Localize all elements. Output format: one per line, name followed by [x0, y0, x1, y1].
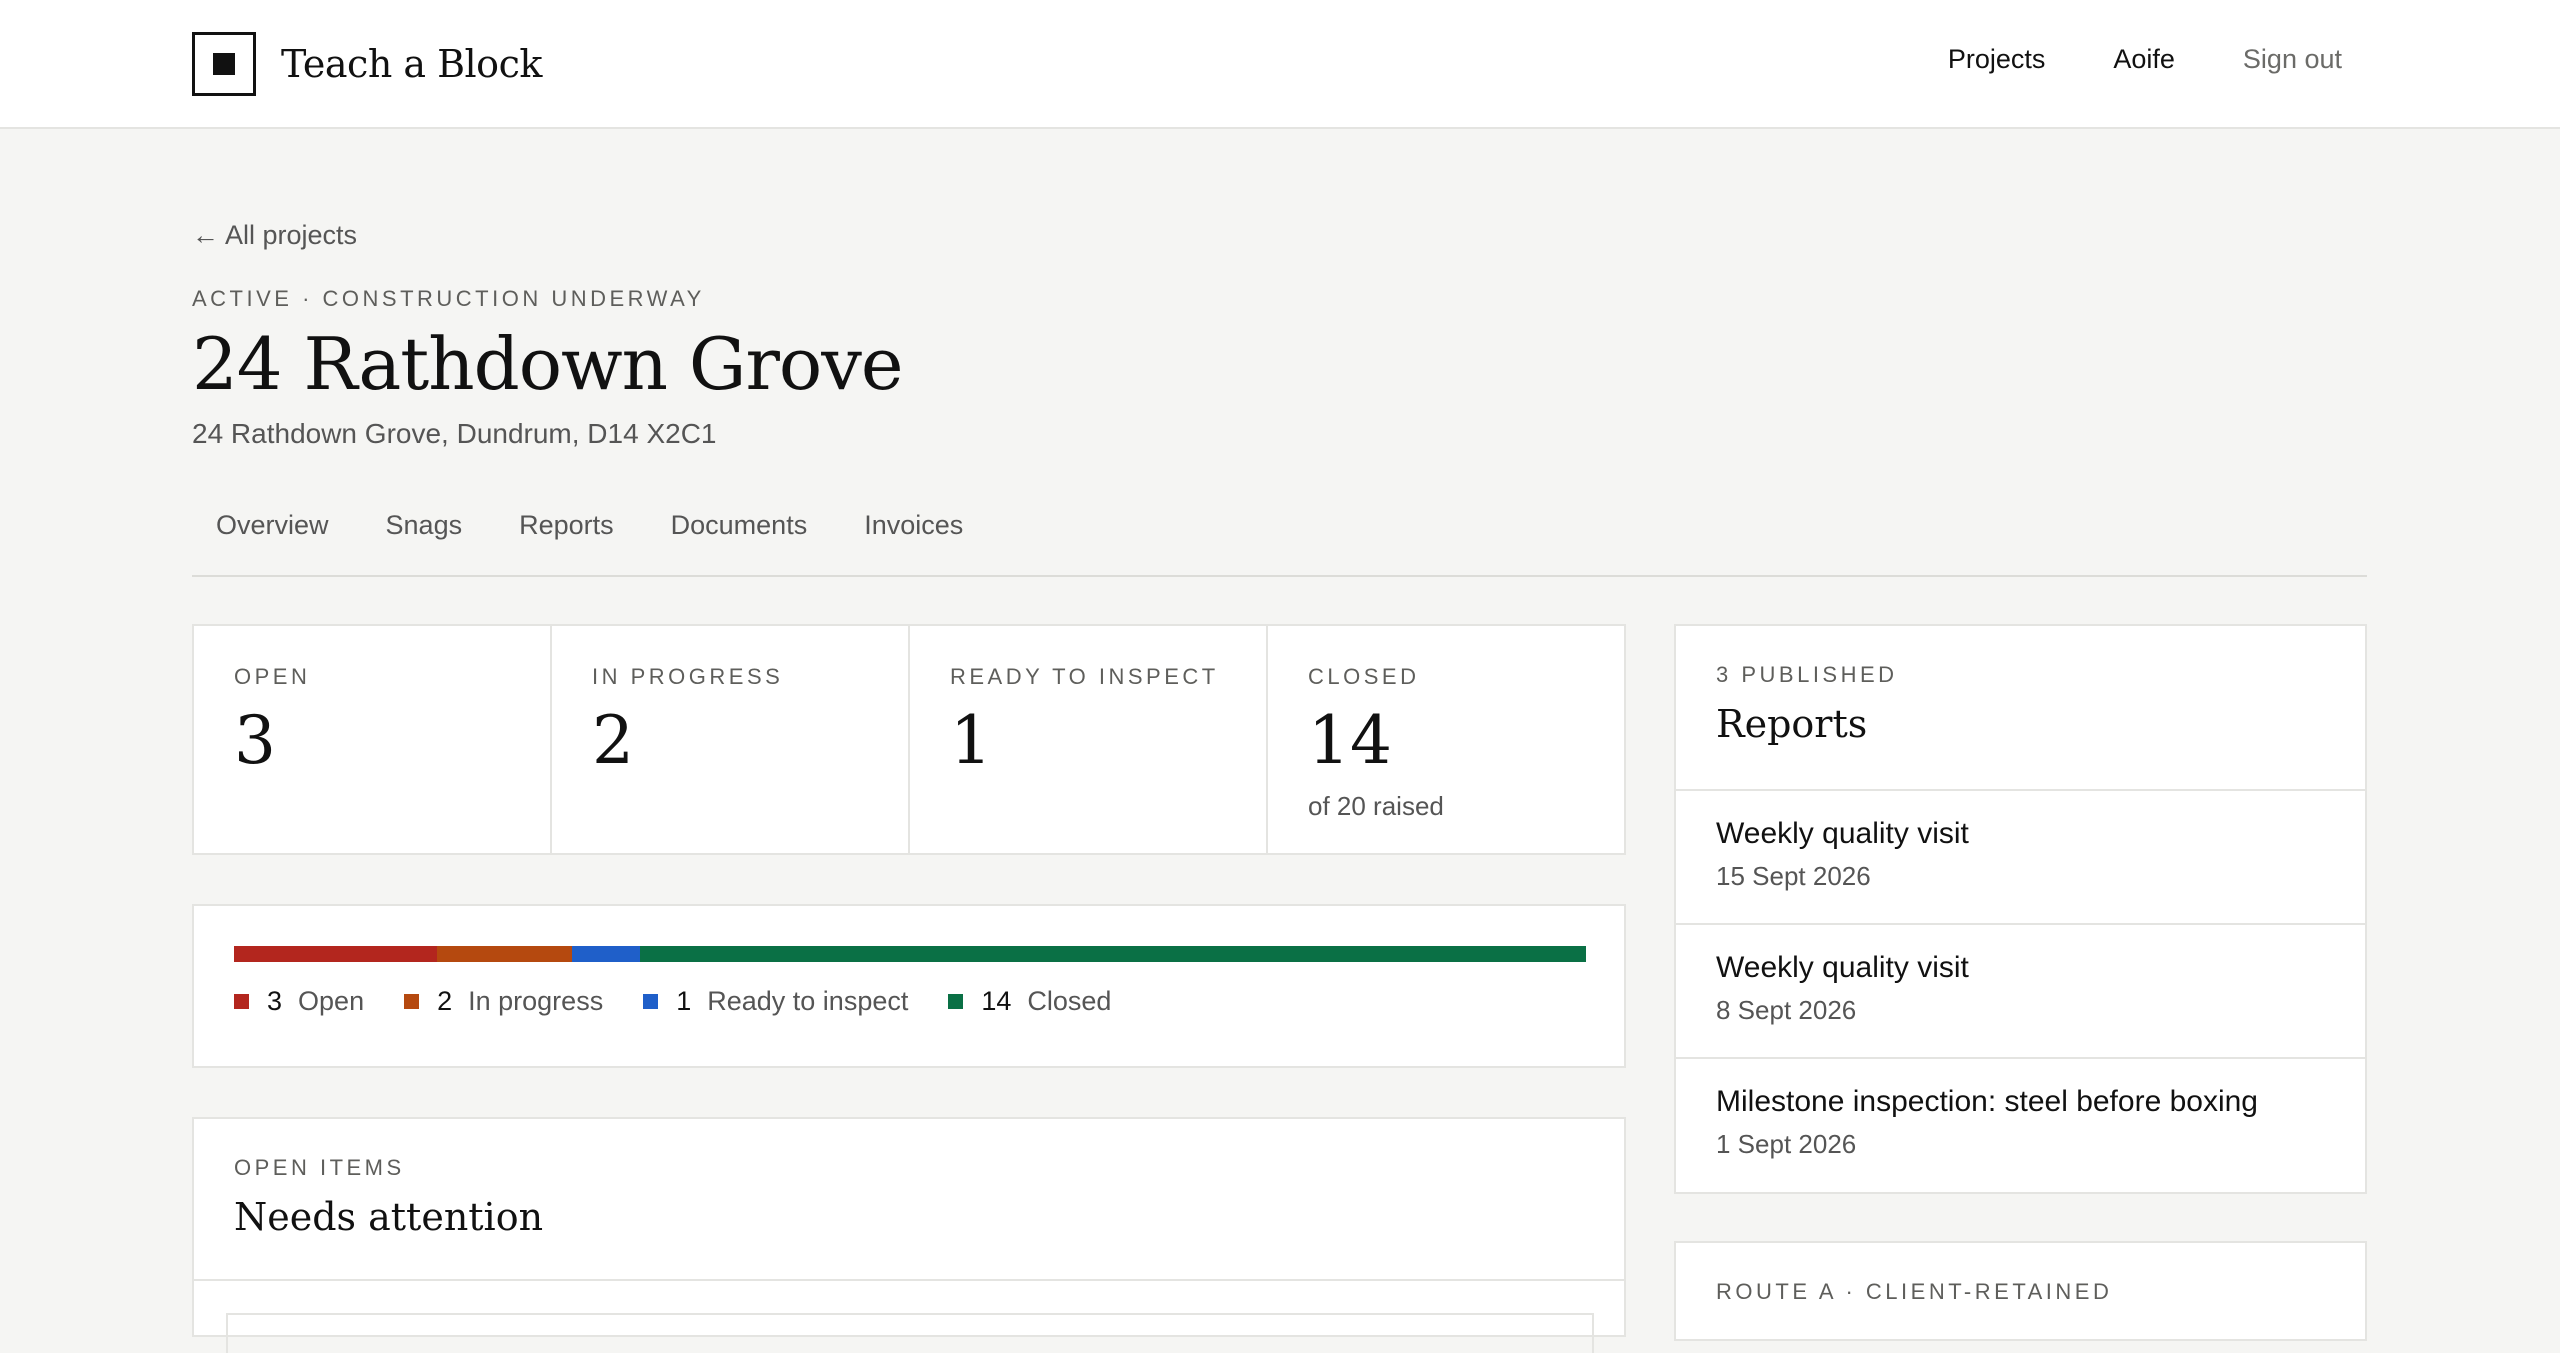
- report-item[interactable]: Weekly quality visit 15 Sept 2026: [1676, 791, 2365, 925]
- report-date: 15 Sept 2026: [1716, 861, 1871, 891]
- report-date: 8 Sept 2026: [1716, 995, 1857, 1025]
- stat-closed: CLOSED 14 of 20 raised: [1268, 626, 1624, 853]
- open-items-eyebrow: OPEN ITEMS: [234, 1155, 405, 1180]
- stat-label: READY TO INSPECT: [950, 664, 1219, 689]
- legend-swatch: [643, 994, 659, 1009]
- stat-value: 2: [592, 702, 634, 779]
- report-title: Milestone inspection: steel before boxin…: [1716, 1085, 2258, 1118]
- route-card: ROUTE A · CLIENT-RETAINED: [1674, 1241, 2367, 1341]
- stat-value: 1: [950, 702, 992, 779]
- stat-value: 3: [234, 702, 276, 779]
- project-address: 24 Rathdown Grove, Dundrum, D14 X2C1: [192, 418, 717, 449]
- stat-value: 14: [1308, 702, 1392, 779]
- legend-label: Ready to inspect: [707, 986, 909, 1016]
- legend-count: 1: [676, 986, 692, 1016]
- legend-item: 3 Open: [234, 986, 364, 1017]
- legend-count: 14: [981, 986, 1012, 1016]
- progress-segment-ready-to-inspect: [571, 946, 640, 962]
- stat-subtext: of 20 raised: [1308, 791, 1444, 821]
- snag-progress-card: 3 Open 2 In progress 1 Ready to inspect 14 Clos…: [192, 904, 1626, 1068]
- stat-open: OPEN 3: [194, 626, 552, 853]
- project-status: ACTIVE · CONSTRUCTION UNDERWAY: [192, 286, 705, 311]
- progress-segment-open: [234, 946, 437, 962]
- snag-stats-card: OPEN 3 IN PROGRESS 2 READY TO INSPECT 1 …: [192, 624, 1626, 855]
- route-eyebrow: ROUTE A · CLIENT-RETAINED: [1716, 1279, 2113, 1304]
- open-items-title: Needs attention: [234, 1195, 544, 1239]
- legend-label: In progress: [468, 986, 604, 1016]
- logo-icon: [192, 32, 256, 96]
- legend-label: Open: [298, 986, 365, 1016]
- open-items-card: OPEN ITEMS Needs attention: [192, 1117, 1626, 1353]
- sign-out-link[interactable]: Sign out: [2243, 44, 2342, 75]
- reports-card: 3 PUBLISHED Reports Weekly quality visit…: [1674, 624, 2367, 1194]
- tab-documents[interactable]: Documents: [671, 510, 808, 575]
- legend-swatch: [234, 994, 249, 1009]
- stat-label: CLOSED: [1308, 664, 1420, 689]
- reports-eyebrow: 3 PUBLISHED: [1716, 662, 1898, 687]
- report-title: Weekly quality visit: [1716, 951, 1969, 984]
- reports-title: Reports: [1716, 702, 1868, 746]
- app-name: Teach a Block: [281, 42, 542, 86]
- stat-label: OPEN: [234, 664, 311, 689]
- legend-item: 1 Ready to inspect: [643, 986, 908, 1017]
- nav-user-link[interactable]: Aoife: [2113, 44, 2175, 75]
- progress-segment-in-progress: [436, 946, 572, 962]
- stat-ready-to-inspect: READY TO INSPECT 1: [910, 626, 1268, 853]
- report-item[interactable]: Milestone inspection: steel before boxin…: [1676, 1059, 2365, 1193]
- stat-in-progress: IN PROGRESS 2: [552, 626, 910, 853]
- snag-progress-bar: [234, 946, 1586, 962]
- report-date: 1 Sept 2026: [1716, 1129, 1857, 1159]
- progress-legend: 3 Open 2 In progress 1 Ready to inspect 14 Clos…: [234, 986, 1624, 1017]
- progress-segment-closed: [639, 946, 1586, 962]
- legend-swatch: [404, 994, 420, 1009]
- legend-label: Closed: [1027, 986, 1112, 1016]
- legend-swatch: [948, 994, 964, 1009]
- top-nav: Projects Aoife Sign out: [1948, 44, 2342, 75]
- logo-link[interactable]: Teach a Block: [192, 32, 542, 96]
- project-tabs: Overview Snags Reports Documents Invoice…: [192, 510, 2367, 577]
- tab-snags[interactable]: Snags: [386, 510, 463, 575]
- report-title: Weekly quality visit: [1716, 817, 1969, 850]
- page-title: 24 Rathdown Grove: [192, 322, 903, 406]
- top-header: Teach a Block Projects Aoife Sign out: [0, 0, 2560, 129]
- legend-item: 14 Closed: [948, 986, 1111, 1017]
- tab-overview[interactable]: Overview: [216, 510, 329, 575]
- nav-projects-link[interactable]: Projects: [1948, 44, 2046, 75]
- legend-count: 3: [267, 986, 283, 1016]
- tab-reports[interactable]: Reports: [519, 510, 614, 575]
- stat-label: IN PROGRESS: [592, 664, 784, 689]
- back-to-projects-link[interactable]: ← All projects: [192, 220, 357, 251]
- tab-invoices[interactable]: Invoices: [864, 510, 963, 575]
- legend-item: 2 In progress: [404, 986, 603, 1017]
- legend-count: 2: [437, 986, 453, 1016]
- open-items-list: [226, 1313, 1594, 1353]
- report-item[interactable]: Weekly quality visit 8 Sept 2026: [1676, 925, 2365, 1059]
